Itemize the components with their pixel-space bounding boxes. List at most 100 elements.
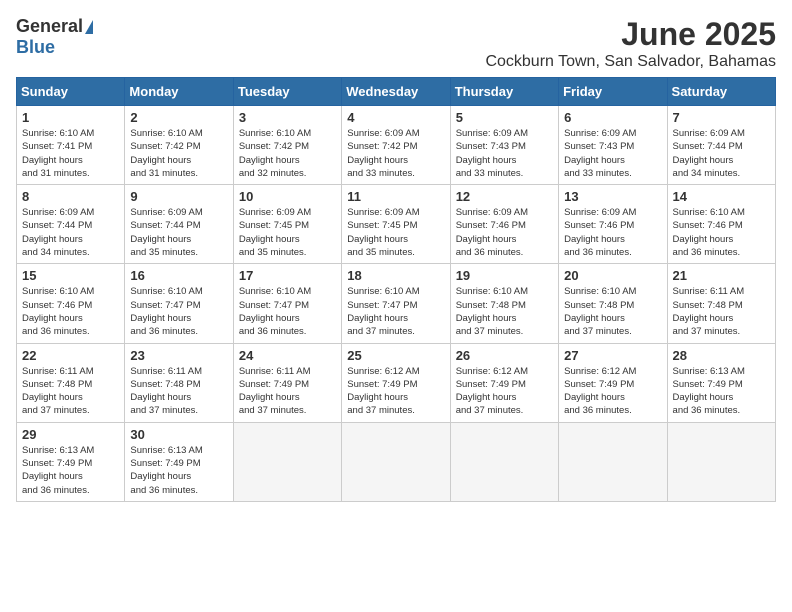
- day-number: 28: [673, 348, 770, 363]
- calendar-day-cell: 30 Sunrise: 6:13 AM Sunset: 7:49 PM Dayl…: [125, 422, 233, 501]
- calendar-day-cell: 3 Sunrise: 6:10 AM Sunset: 7:42 PM Dayli…: [233, 106, 341, 185]
- calendar-day-cell: 29 Sunrise: 6:13 AM Sunset: 7:49 PM Dayl…: [17, 422, 125, 501]
- calendar-header: SundayMondayTuesdayWednesdayThursdayFrid…: [17, 78, 776, 106]
- page-subtitle: Cockburn Town, San Salvador, Bahamas: [485, 53, 776, 71]
- day-info: Sunrise: 6:10 AM Sunset: 7:46 PM Dayligh…: [22, 285, 119, 338]
- calendar-day-cell: 19 Sunrise: 6:10 AM Sunset: 7:48 PM Dayl…: [450, 264, 558, 343]
- day-info: Sunrise: 6:09 AM Sunset: 7:43 PM Dayligh…: [456, 127, 553, 180]
- calendar-day-cell: 2 Sunrise: 6:10 AM Sunset: 7:42 PM Dayli…: [125, 106, 233, 185]
- day-number: 30: [130, 427, 227, 442]
- calendar-day-cell: 28 Sunrise: 6:13 AM Sunset: 7:49 PM Dayl…: [667, 343, 775, 422]
- day-info: Sunrise: 6:12 AM Sunset: 7:49 PM Dayligh…: [564, 365, 661, 418]
- day-info: Sunrise: 6:10 AM Sunset: 7:48 PM Dayligh…: [456, 285, 553, 338]
- day-info: Sunrise: 6:13 AM Sunset: 7:49 PM Dayligh…: [22, 444, 119, 497]
- calendar-day-cell: [233, 422, 341, 501]
- calendar-day-cell: 22 Sunrise: 6:11 AM Sunset: 7:48 PM Dayl…: [17, 343, 125, 422]
- day-number: 14: [673, 189, 770, 204]
- calendar-day-cell: 6 Sunrise: 6:09 AM Sunset: 7:43 PM Dayli…: [559, 106, 667, 185]
- day-number: 6: [564, 110, 661, 125]
- calendar-week-row: 22 Sunrise: 6:11 AM Sunset: 7:48 PM Dayl…: [17, 343, 776, 422]
- calendar-day-cell: 13 Sunrise: 6:09 AM Sunset: 7:46 PM Dayl…: [559, 185, 667, 264]
- calendar-day-cell: 18 Sunrise: 6:10 AM Sunset: 7:47 PM Dayl…: [342, 264, 450, 343]
- day-info: Sunrise: 6:11 AM Sunset: 7:48 PM Dayligh…: [673, 285, 770, 338]
- calendar-day-cell: 14 Sunrise: 6:10 AM Sunset: 7:46 PM Dayl…: [667, 185, 775, 264]
- day-number: 4: [347, 110, 444, 125]
- day-info: Sunrise: 6:09 AM Sunset: 7:42 PM Dayligh…: [347, 127, 444, 180]
- logo: General Blue: [16, 16, 93, 58]
- title-block: June 2025 Cockburn Town, San Salvador, B…: [485, 16, 776, 71]
- calendar-day-cell: 9 Sunrise: 6:09 AM Sunset: 7:44 PM Dayli…: [125, 185, 233, 264]
- day-info: Sunrise: 6:09 AM Sunset: 7:45 PM Dayligh…: [347, 206, 444, 259]
- day-number: 22: [22, 348, 119, 363]
- day-number: 3: [239, 110, 336, 125]
- weekday-header: Wednesday: [342, 78, 450, 106]
- day-number: 1: [22, 110, 119, 125]
- calendar-week-row: 15 Sunrise: 6:10 AM Sunset: 7:46 PM Dayl…: [17, 264, 776, 343]
- logo-general-text: General: [16, 16, 83, 37]
- calendar-day-cell: 5 Sunrise: 6:09 AM Sunset: 7:43 PM Dayli…: [450, 106, 558, 185]
- day-info: Sunrise: 6:10 AM Sunset: 7:42 PM Dayligh…: [130, 127, 227, 180]
- calendar-day-cell: 11 Sunrise: 6:09 AM Sunset: 7:45 PM Dayl…: [342, 185, 450, 264]
- page-title: June 2025: [485, 16, 776, 53]
- calendar-day-cell: 1 Sunrise: 6:10 AM Sunset: 7:41 PM Dayli…: [17, 106, 125, 185]
- logo-blue-text: Blue: [16, 37, 55, 58]
- day-info: Sunrise: 6:09 AM Sunset: 7:46 PM Dayligh…: [564, 206, 661, 259]
- calendar-day-cell: [342, 422, 450, 501]
- weekday-header: Monday: [125, 78, 233, 106]
- day-number: 12: [456, 189, 553, 204]
- weekday-header: Friday: [559, 78, 667, 106]
- calendar-day-cell: 26 Sunrise: 6:12 AM Sunset: 7:49 PM Dayl…: [450, 343, 558, 422]
- calendar-day-cell: 24 Sunrise: 6:11 AM Sunset: 7:49 PM Dayl…: [233, 343, 341, 422]
- logo-triangle-icon: [85, 20, 93, 34]
- calendar-table: SundayMondayTuesdayWednesdayThursdayFrid…: [16, 77, 776, 502]
- calendar-day-cell: [559, 422, 667, 501]
- day-info: Sunrise: 6:12 AM Sunset: 7:49 PM Dayligh…: [347, 365, 444, 418]
- day-number: 19: [456, 268, 553, 283]
- calendar-week-row: 29 Sunrise: 6:13 AM Sunset: 7:49 PM Dayl…: [17, 422, 776, 501]
- day-info: Sunrise: 6:10 AM Sunset: 7:47 PM Dayligh…: [239, 285, 336, 338]
- day-number: 8: [22, 189, 119, 204]
- weekday-header: Tuesday: [233, 78, 341, 106]
- day-info: Sunrise: 6:10 AM Sunset: 7:42 PM Dayligh…: [239, 127, 336, 180]
- weekday-header: Thursday: [450, 78, 558, 106]
- weekday-header: Sunday: [17, 78, 125, 106]
- day-info: Sunrise: 6:09 AM Sunset: 7:43 PM Dayligh…: [564, 127, 661, 180]
- day-number: 9: [130, 189, 227, 204]
- day-info: Sunrise: 6:11 AM Sunset: 7:48 PM Dayligh…: [130, 365, 227, 418]
- day-info: Sunrise: 6:13 AM Sunset: 7:49 PM Dayligh…: [673, 365, 770, 418]
- day-info: Sunrise: 6:09 AM Sunset: 7:45 PM Dayligh…: [239, 206, 336, 259]
- day-info: Sunrise: 6:09 AM Sunset: 7:46 PM Dayligh…: [456, 206, 553, 259]
- day-number: 10: [239, 189, 336, 204]
- weekday-header: Saturday: [667, 78, 775, 106]
- calendar-day-cell: 4 Sunrise: 6:09 AM Sunset: 7:42 PM Dayli…: [342, 106, 450, 185]
- day-number: 20: [564, 268, 661, 283]
- day-number: 23: [130, 348, 227, 363]
- day-number: 29: [22, 427, 119, 442]
- day-info: Sunrise: 6:10 AM Sunset: 7:46 PM Dayligh…: [673, 206, 770, 259]
- calendar-day-cell: [667, 422, 775, 501]
- day-info: Sunrise: 6:11 AM Sunset: 7:49 PM Dayligh…: [239, 365, 336, 418]
- day-number: 16: [130, 268, 227, 283]
- day-info: Sunrise: 6:12 AM Sunset: 7:49 PM Dayligh…: [456, 365, 553, 418]
- day-number: 7: [673, 110, 770, 125]
- page-header: General Blue June 2025 Cockburn Town, Sa…: [16, 16, 776, 71]
- day-info: Sunrise: 6:09 AM Sunset: 7:44 PM Dayligh…: [673, 127, 770, 180]
- calendar-day-cell: 25 Sunrise: 6:12 AM Sunset: 7:49 PM Dayl…: [342, 343, 450, 422]
- day-number: 25: [347, 348, 444, 363]
- calendar-day-cell: 21 Sunrise: 6:11 AM Sunset: 7:48 PM Dayl…: [667, 264, 775, 343]
- calendar-day-cell: 12 Sunrise: 6:09 AM Sunset: 7:46 PM Dayl…: [450, 185, 558, 264]
- calendar-day-cell: 8 Sunrise: 6:09 AM Sunset: 7:44 PM Dayli…: [17, 185, 125, 264]
- day-number: 26: [456, 348, 553, 363]
- day-info: Sunrise: 6:10 AM Sunset: 7:48 PM Dayligh…: [564, 285, 661, 338]
- calendar-day-cell: 10 Sunrise: 6:09 AM Sunset: 7:45 PM Dayl…: [233, 185, 341, 264]
- day-number: 2: [130, 110, 227, 125]
- day-info: Sunrise: 6:10 AM Sunset: 7:41 PM Dayligh…: [22, 127, 119, 180]
- calendar-day-cell: 16 Sunrise: 6:10 AM Sunset: 7:47 PM Dayl…: [125, 264, 233, 343]
- day-number: 11: [347, 189, 444, 204]
- calendar-day-cell: 27 Sunrise: 6:12 AM Sunset: 7:49 PM Dayl…: [559, 343, 667, 422]
- calendar-header-row: SundayMondayTuesdayWednesdayThursdayFrid…: [17, 78, 776, 106]
- calendar-week-row: 1 Sunrise: 6:10 AM Sunset: 7:41 PM Dayli…: [17, 106, 776, 185]
- day-info: Sunrise: 6:09 AM Sunset: 7:44 PM Dayligh…: [22, 206, 119, 259]
- day-info: Sunrise: 6:11 AM Sunset: 7:48 PM Dayligh…: [22, 365, 119, 418]
- day-number: 27: [564, 348, 661, 363]
